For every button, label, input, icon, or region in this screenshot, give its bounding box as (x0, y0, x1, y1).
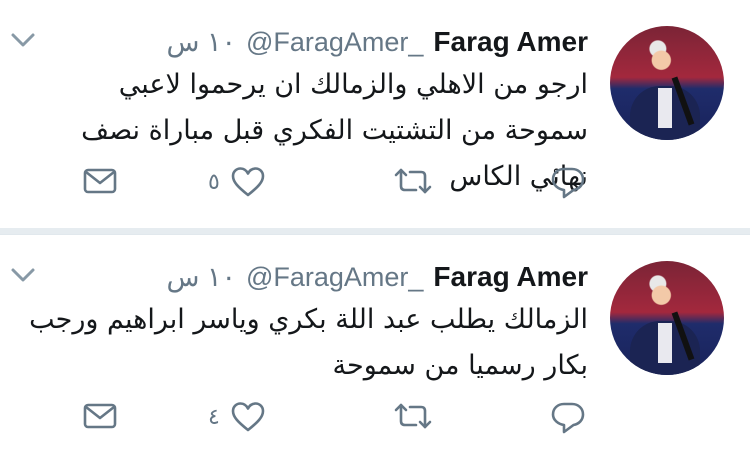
like-icon (231, 167, 265, 197)
mail-icon (83, 403, 117, 429)
like-count: ٤ (208, 404, 220, 430)
tweet-handle[interactable]: @FaragAmer_ (246, 27, 423, 58)
chevron-down-icon[interactable] (10, 265, 36, 285)
retweet-icon (394, 403, 432, 429)
tweet-actions: ٤ (0, 393, 750, 449)
dm-button[interactable] (82, 166, 118, 196)
retweet-icon (394, 168, 432, 194)
tweet-time[interactable]: ١٠ س (166, 262, 235, 293)
retweet-button[interactable] (392, 401, 434, 431)
tweet-header: ١٠ س @FaragAmer_ Farag Amer (166, 22, 588, 62)
tweet-actions: ٥ (0, 158, 750, 214)
tweet[interactable]: ١٠ س @FaragAmer_ Farag Amer الزمالك يطلب… (0, 234, 750, 463)
like-count: ٥ (208, 169, 220, 195)
tweet-time[interactable]: ١٠ س (166, 27, 235, 58)
avatar-shirt (658, 88, 672, 128)
tweet-header: ١٠ س @FaragAmer_ Farag Amer (166, 257, 588, 297)
tweet[interactable]: ١٠ س @FaragAmer_ Farag Amer ارجو من الاه… (0, 0, 750, 228)
dm-button[interactable] (82, 401, 118, 431)
tweet-author-name[interactable]: Farag Amer (433, 261, 588, 293)
tweet-handle[interactable]: @FaragAmer_ (246, 262, 423, 293)
avatar[interactable] (610, 26, 724, 140)
tweet-text: الزمالك يطلب عبد اللة بكري وياسر ابراهيم… (29, 304, 588, 381)
chevron-down-icon[interactable] (10, 30, 36, 50)
like-icon (231, 402, 265, 432)
reply-button[interactable] (550, 166, 586, 200)
like-button[interactable]: ٤ (208, 401, 266, 433)
reply-button[interactable] (550, 401, 586, 435)
mail-icon (83, 168, 117, 194)
avatar[interactable] (610, 261, 724, 375)
reply-icon (551, 167, 585, 199)
tweet-author-name[interactable]: Farag Amer (433, 26, 588, 58)
retweet-button[interactable] (392, 166, 434, 196)
reply-icon (551, 402, 585, 434)
avatar-shirt (658, 323, 672, 363)
like-button[interactable]: ٥ (208, 166, 266, 198)
